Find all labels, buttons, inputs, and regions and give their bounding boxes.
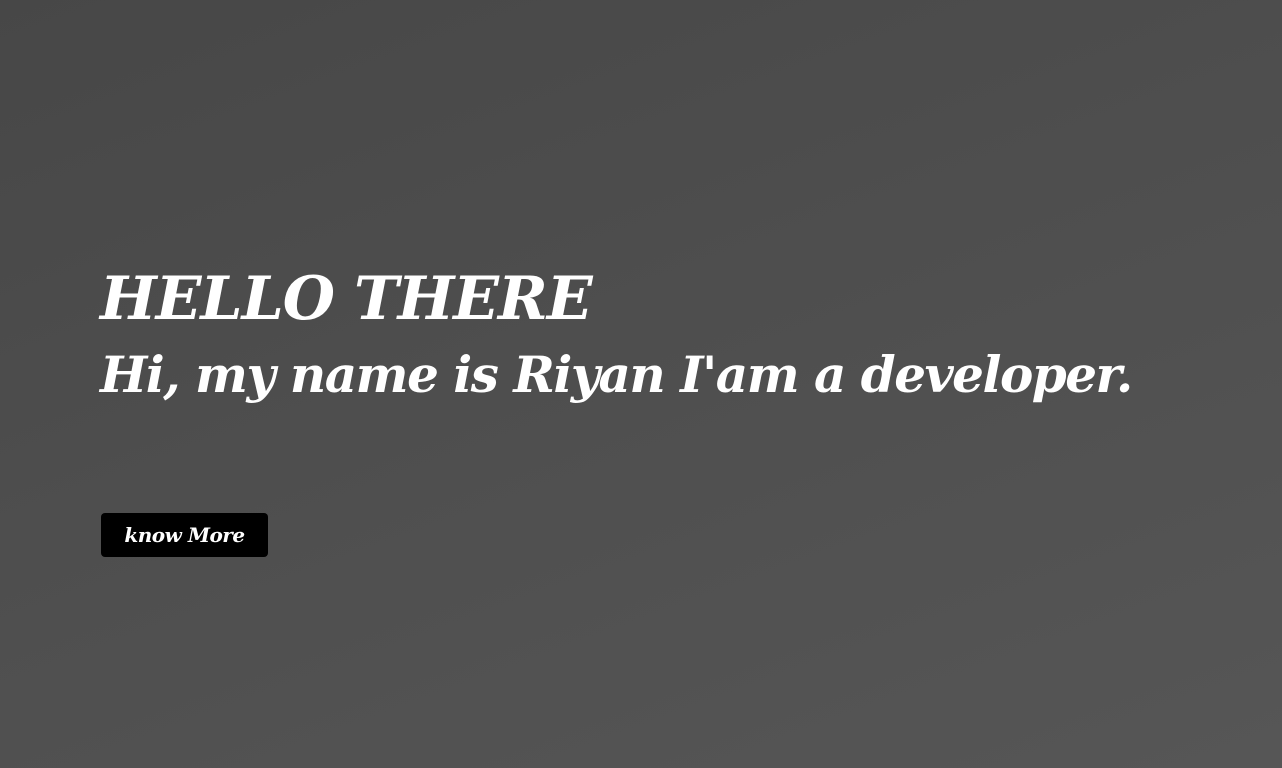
hero-intro: Hi, my name is Riyan I'am a developer. xyxy=(100,345,1133,404)
hero-greeting: HELLO THERE xyxy=(100,264,593,334)
hero-section: HELLO THERE Hi, my name is Riyan I'am a … xyxy=(100,262,1260,414)
know-more-button[interactable]: know More xyxy=(101,513,268,557)
